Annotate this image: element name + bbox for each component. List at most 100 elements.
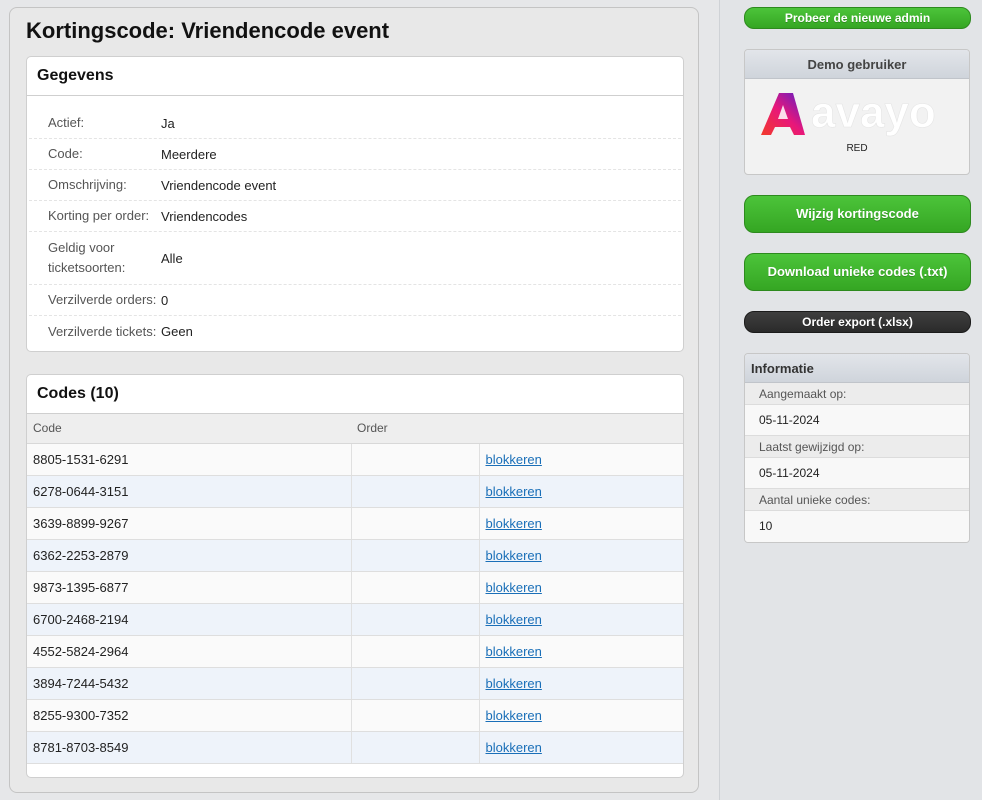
code-cell: 8805-1531-6291 xyxy=(27,443,351,476)
try-new-admin-button[interactable]: Probeer de nieuwe admin xyxy=(744,7,971,29)
detail-row-orders: Verzilverde orders: 0 xyxy=(29,285,681,316)
block-link[interactable]: blokkeren xyxy=(486,484,542,499)
action-cell: blokkeren xyxy=(478,731,683,764)
detail-row-tickets: Verzilverde tickets: Geen xyxy=(29,316,681,347)
details-list: Actief: Ja Code: Meerdere Omschrijving: … xyxy=(27,96,683,347)
detail-label: Code: xyxy=(48,146,83,161)
table-row: 8805-1531-6291 blokkeren xyxy=(27,443,683,476)
order-cell xyxy=(350,603,479,636)
sidebar: Probeer de nieuwe admin Demo gebruiker a… xyxy=(719,0,982,800)
detail-label: Actief: xyxy=(48,115,85,130)
detail-value: Vriendencode event xyxy=(161,177,277,193)
avayo-logo: avayo xyxy=(745,91,969,137)
info-box: Informatie Aangemaakt op: 05-11-2024 Laa… xyxy=(744,353,970,543)
block-link[interactable]: blokkeren xyxy=(486,452,542,467)
table-row: 6362-2253-2879 blokkeren xyxy=(27,539,683,572)
action-cell: blokkeren xyxy=(478,699,683,732)
demo-user-caption: RED xyxy=(846,143,868,154)
order-cell xyxy=(350,475,479,508)
edit-discount-code-button[interactable]: Wijzig kortingscode xyxy=(744,195,971,233)
table-row: 4552-5824-2964 blokkeren xyxy=(27,635,683,668)
action-cell: blokkeren xyxy=(478,667,683,700)
code-cell: 3894-7244-5432 xyxy=(27,667,351,700)
block-link[interactable]: blokkeren xyxy=(486,708,542,723)
detail-value: Alle xyxy=(161,250,183,266)
code-cell: 6278-0644-3151 xyxy=(27,475,351,508)
code-cell: 6700-2468-2194 xyxy=(27,603,351,636)
block-link[interactable]: blokkeren xyxy=(486,676,542,691)
order-cell xyxy=(350,635,479,668)
code-cell: 6362-2253-2879 xyxy=(27,539,351,572)
info-label-modified: Laatst gewijzigd op: xyxy=(745,436,969,458)
order-cell xyxy=(350,699,479,732)
order-cell xyxy=(350,731,479,764)
order-cell xyxy=(350,507,479,540)
block-link[interactable]: blokkeren xyxy=(486,644,542,659)
order-cell xyxy=(350,443,479,476)
action-cell: blokkeren xyxy=(478,539,683,572)
code-cell: 8781-8703-8549 xyxy=(27,731,351,764)
code-cell: 4552-5824-2964 xyxy=(27,635,351,668)
detail-value: Ja xyxy=(161,115,175,131)
action-cell: blokkeren xyxy=(478,603,683,636)
codes-header: Codes (10) xyxy=(27,375,683,414)
action-cell: blokkeren xyxy=(478,635,683,668)
table-row: 3639-8899-9267 blokkeren xyxy=(27,507,683,540)
block-link[interactable]: blokkeren xyxy=(486,548,542,563)
order-export-button[interactable]: Order export (.xlsx) xyxy=(744,311,971,333)
column-header-action xyxy=(479,414,683,444)
info-value-created: 05-11-2024 xyxy=(745,405,969,436)
table-row: 9873-1395-6877 blokkeren xyxy=(27,571,683,604)
code-cell: 8255-9300-7352 xyxy=(27,699,351,732)
download-unique-codes-button[interactable]: Download unieke codes (.txt) xyxy=(744,253,971,291)
column-header-code: Code xyxy=(27,414,351,444)
detail-label: Korting per order: xyxy=(48,208,150,223)
detail-value: Meerdere xyxy=(161,146,217,162)
table-row: 3894-7244-5432 blokkeren xyxy=(27,667,683,700)
page: Kortingscode: Vriendencode event Gegeven… xyxy=(0,0,982,800)
demo-user-box: Demo gebruiker avayo RED xyxy=(744,49,970,175)
table-row: 8781-8703-8549 blokkeren xyxy=(27,731,683,764)
order-cell xyxy=(350,667,479,700)
info-value-unique-codes: 10 xyxy=(745,511,969,542)
action-cell: blokkeren xyxy=(478,571,683,604)
detail-row-korting: Korting per order: Vriendencodes xyxy=(29,201,681,232)
detail-label: Verzilverde tickets: xyxy=(48,323,157,339)
detail-value: Geen xyxy=(161,324,193,339)
table-row: 6700-2468-2194 blokkeren xyxy=(27,603,683,636)
svg-text:avayo: avayo xyxy=(811,91,936,137)
block-link[interactable]: blokkeren xyxy=(486,740,542,755)
action-cell: blokkeren xyxy=(478,475,683,508)
gegevens-card: Gegevens Actief: Ja Code: Meerdere Omsch… xyxy=(26,56,684,352)
detail-row-code: Code: Meerdere xyxy=(29,139,681,170)
detail-row-omschrijving: Omschrijving: Vriendencode event xyxy=(29,170,681,201)
detail-value: Vriendencodes xyxy=(161,208,248,224)
block-link[interactable]: blokkeren xyxy=(486,580,542,595)
detail-value: 0 xyxy=(161,292,169,308)
code-cell: 9873-1395-6877 xyxy=(27,571,351,604)
codes-card: Codes (10) Code Order 8805-1531-6291 blo… xyxy=(26,374,684,778)
action-cell: blokkeren xyxy=(478,507,683,540)
info-value-modified: 05-11-2024 xyxy=(745,458,969,489)
table-row: 6278-0644-3151 blokkeren xyxy=(27,475,683,508)
info-label-unique-codes: Aantal unieke codes: xyxy=(745,489,969,511)
codes-table: Code Order 8805-1531-6291 blokkeren 6278… xyxy=(27,414,683,764)
table-row: 8255-9300-7352 blokkeren xyxy=(27,699,683,732)
detail-label: Omschrijving: xyxy=(48,177,127,192)
main-panel: Kortingscode: Vriendencode event Gegeven… xyxy=(9,7,699,793)
gegevens-header: Gegevens xyxy=(27,57,683,96)
page-title: Kortingscode: Vriendencode event xyxy=(26,18,390,43)
detail-row-geldig: Geldig voor ticketsoorten: Alle xyxy=(29,232,681,285)
detail-label: Geldig voor ticketsoorten: xyxy=(48,240,126,275)
detail-row-actief: Actief: Ja xyxy=(29,108,681,139)
detail-label: Verzilverde orders: xyxy=(48,292,157,307)
block-link[interactable]: blokkeren xyxy=(486,612,542,627)
info-header: Informatie xyxy=(745,354,969,383)
code-cell: 3639-8899-9267 xyxy=(27,507,351,540)
table-header-row: Code Order xyxy=(27,414,683,444)
order-cell xyxy=(350,571,479,604)
block-link[interactable]: blokkeren xyxy=(486,516,542,531)
info-label-created: Aangemaakt op: xyxy=(745,383,969,405)
order-cell xyxy=(350,539,479,572)
action-cell: blokkeren xyxy=(478,443,683,476)
